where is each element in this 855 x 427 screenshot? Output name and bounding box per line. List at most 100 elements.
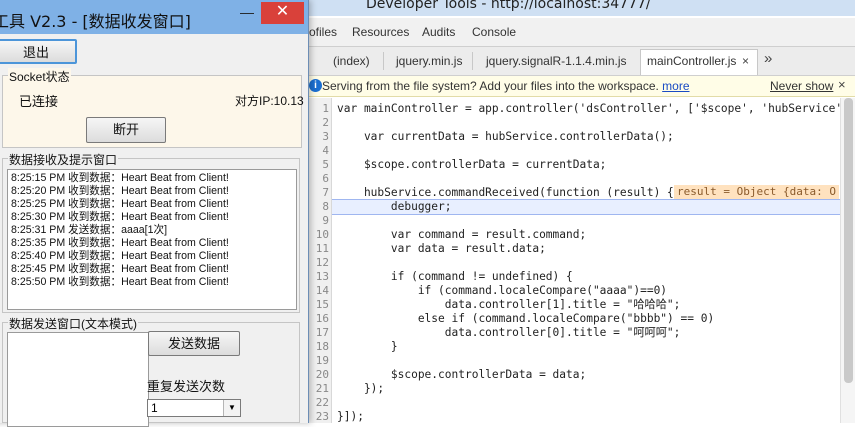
receive-log[interactable]: 8:25:15 PM 收到数据：Heart Beat from Client! … xyxy=(7,169,297,310)
receive-group-label: 数据接收及提示窗口 xyxy=(8,151,119,168)
tab-divider xyxy=(472,52,473,70)
minimize-icon[interactable]: — xyxy=(234,2,260,24)
code-text: if (command != undefined) { xyxy=(337,270,573,283)
code-line: 9 xyxy=(309,214,855,228)
code-text: if (command.localeCompare("aaaa")==0) xyxy=(337,284,668,297)
line-number: 10 xyxy=(315,228,329,241)
line-number: 7 xyxy=(322,186,329,199)
panel-tab-audits[interactable]: Audits xyxy=(422,25,455,39)
file-tab-index[interactable]: (index) xyxy=(333,54,370,68)
code-line-paused: 8 debugger; xyxy=(309,199,855,215)
file-tab-jquery[interactable]: jquery.min.js xyxy=(396,54,462,68)
code-text: data.controller[1].title = "哈哈哈"; xyxy=(337,298,681,311)
line-number: 1 xyxy=(322,102,329,115)
code-line: 15 data.controller[1].title = "哈哈哈"; xyxy=(309,298,855,312)
close-window-icon[interactable]: ✕ xyxy=(261,2,304,24)
repeat-count-value: 1 xyxy=(151,401,158,415)
log-line: 8:25:45 PM 收到数据：Heart Beat from Client! xyxy=(11,263,229,275)
line-number: 12 xyxy=(315,256,329,269)
line-number: 21 xyxy=(315,382,329,395)
code-text: data.controller[0].title = "呵呵呵"; xyxy=(337,326,681,339)
more-link[interactable]: more xyxy=(662,79,689,93)
more-tabs-icon[interactable]: » xyxy=(764,50,772,67)
code-text: }); xyxy=(337,382,385,395)
code-line: 3 var currentData = hubService.controlle… xyxy=(309,130,855,144)
log-line: 8:25:25 PM 收到数据：Heart Beat from Client! xyxy=(11,198,229,210)
code-line: 23}]); xyxy=(309,410,855,424)
code-text: else if (command.localeCompare("bbbb") =… xyxy=(337,312,715,325)
code-text: hubService.commandReceived(function (res… xyxy=(337,186,674,199)
code-line: 17 data.controller[0].title = "呵呵呵"; xyxy=(309,326,855,340)
line-number: 16 xyxy=(315,312,329,325)
inline-variable-value: result = Object {data: O xyxy=(674,185,839,199)
code-line: 2 xyxy=(309,116,855,130)
log-line: 8:25:15 PM 收到数据：Heart Beat from Client! xyxy=(11,172,229,184)
receive-group: 数据接收及提示窗口 8:25:15 PM 收到数据：Heart Beat fro… xyxy=(2,151,300,313)
panel-tab-resources[interactable]: Resources xyxy=(352,25,409,39)
line-number: 9 xyxy=(322,214,329,227)
code-editor[interactable]: 1 var mainController = app.controller('ds… xyxy=(309,98,855,423)
file-tab-signalr[interactable]: jquery.signalR-1.1.4.min.js xyxy=(486,54,627,68)
code-line: 19 xyxy=(309,354,855,368)
close-tab-icon[interactable]: × xyxy=(742,54,749,68)
never-show-link[interactable]: Never show xyxy=(770,79,833,93)
code-line: 7 hubService.commandReceived(function (r… xyxy=(309,185,855,200)
send-group-label: 数据发送窗口(文本模式) xyxy=(8,315,138,332)
line-number: 19 xyxy=(315,354,329,367)
repeat-count-select[interactable]: 1 ▼ xyxy=(147,399,241,417)
panel-tab-profiles[interactable]: ofiles xyxy=(309,25,337,39)
peer-ip-text: 对方IP:10.13 xyxy=(235,94,304,108)
code-text: var currentData = hubService.controllerD… xyxy=(337,130,674,143)
code-line: 13 if (command != undefined) { xyxy=(309,270,855,284)
line-number: 5 xyxy=(322,158,329,171)
log-line: 8:25:35 PM 收到数据：Heart Beat from Client! xyxy=(11,237,229,249)
line-number: 20 xyxy=(315,368,329,381)
send-text-input[interactable] xyxy=(7,332,149,427)
log-line: 8:25:40 PM 收到数据：Heart Beat from Client! xyxy=(11,250,229,262)
code-line: 1 var mainController = app.controller('ds… xyxy=(309,102,855,116)
code-line: 14 if (command.localeCompare("aaaa")==0) xyxy=(309,284,855,298)
line-number: 15 xyxy=(315,298,329,311)
scrollbar-thumb[interactable] xyxy=(844,98,853,383)
code-line: 16 else if (command.localeCompare("bbbb"… xyxy=(309,312,855,326)
log-line: 8:25:31 PM 发送数据：aaaa[1次] xyxy=(11,224,168,236)
line-number: 6 xyxy=(322,172,329,185)
file-tab-maincontroller[interactable]: mainController.js xyxy=(640,49,758,75)
log-line: 8:25:50 PM 收到数据：Heart Beat from Client! xyxy=(11,276,229,288)
line-number: 3 xyxy=(322,130,329,143)
code-text: } xyxy=(337,340,398,353)
log-line: 8:25:30 PM 收到数据：Heart Beat from Client! xyxy=(11,211,229,223)
exit-button[interactable]: 退出 xyxy=(0,39,77,64)
code-line: 21 }); xyxy=(309,382,855,396)
code-text: }]); xyxy=(337,410,364,423)
line-number: 8 xyxy=(322,200,329,213)
code-line: 18 } xyxy=(309,340,855,354)
code-line: 12 xyxy=(309,256,855,270)
connection-status: 已连接 xyxy=(19,94,59,109)
code-line: 4 xyxy=(309,144,855,158)
panel-tab-console[interactable]: Console xyxy=(472,25,516,39)
code-line: 20 $scope.controllerData = data; xyxy=(309,368,855,382)
line-number: 17 xyxy=(315,326,329,339)
line-number: 2 xyxy=(322,116,329,129)
file-tab-label: mainController.js xyxy=(647,54,737,68)
disconnect-button[interactable]: 断开 xyxy=(86,117,166,143)
line-number: 22 xyxy=(315,396,329,409)
code-text: $scope.controllerData = data; xyxy=(337,368,587,381)
chevron-down-icon[interactable]: ▼ xyxy=(223,400,240,416)
send-data-button[interactable]: 发送数据 xyxy=(148,331,240,356)
repeat-count-label: 重复发送次数 xyxy=(147,379,226,394)
line-number: 13 xyxy=(315,270,329,283)
devtools-title: Developer Tools - http://localhost:34777… xyxy=(366,0,651,12)
close-info-icon[interactable]: × xyxy=(838,77,846,92)
editor-scrollbar[interactable] xyxy=(840,98,855,423)
code-text: $scope.controllerData = currentData; xyxy=(337,158,607,171)
info-icon: i xyxy=(309,79,322,92)
code-text: var mainController = app.controller('dsC… xyxy=(337,102,849,115)
log-line: 8:25:20 PM 收到数据：Heart Beat from Client! xyxy=(11,185,229,197)
code-line: 6 xyxy=(309,172,855,186)
line-number: 23 xyxy=(315,410,329,423)
socket-status-label: Socket状态 xyxy=(8,68,71,85)
info-message-text: Serving from the file system? Add your f… xyxy=(322,79,659,93)
line-number: 14 xyxy=(315,284,329,297)
